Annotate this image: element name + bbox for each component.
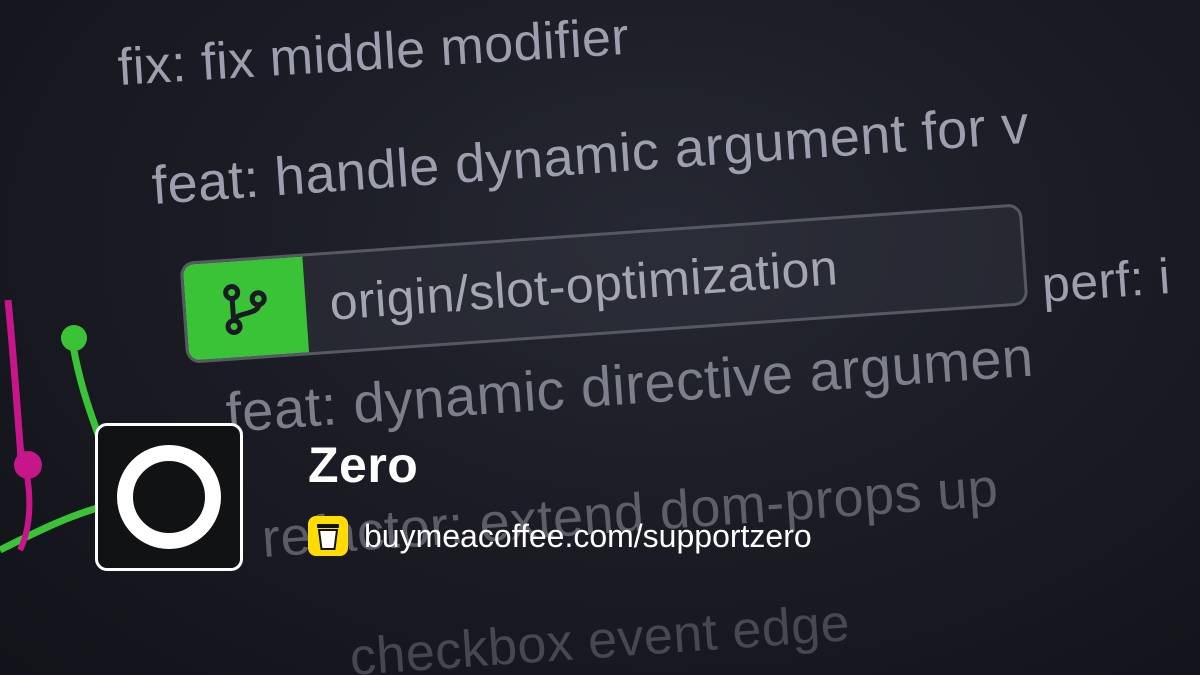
support-url[interactable]: buymeacoffee.com/supportzero [364, 518, 812, 555]
avatar [95, 423, 243, 571]
support-link[interactable]: buymeacoffee.com/supportzero [308, 516, 812, 556]
branch-label: origin/slot-optimization [327, 239, 840, 331]
commit-message: perf: i [1040, 248, 1173, 313]
commit-message: feat: handle dynamic argument for v [149, 94, 1031, 216]
git-branch-icon [182, 256, 310, 361]
commit-node [14, 451, 42, 479]
commit-message: checkbox event edge [347, 594, 852, 675]
commit-node [61, 325, 87, 351]
profile-name: Zero [308, 437, 419, 493]
ring-icon [117, 445, 221, 549]
commit-log-backdrop: fix: fix middle modifier feat: handle dy… [0, 0, 1200, 675]
coffee-cup-icon [308, 516, 348, 556]
commit-message: fix: fix middle modifier [116, 7, 631, 97]
social-card: fix: fix middle modifier feat: handle dy… [0, 0, 1200, 675]
